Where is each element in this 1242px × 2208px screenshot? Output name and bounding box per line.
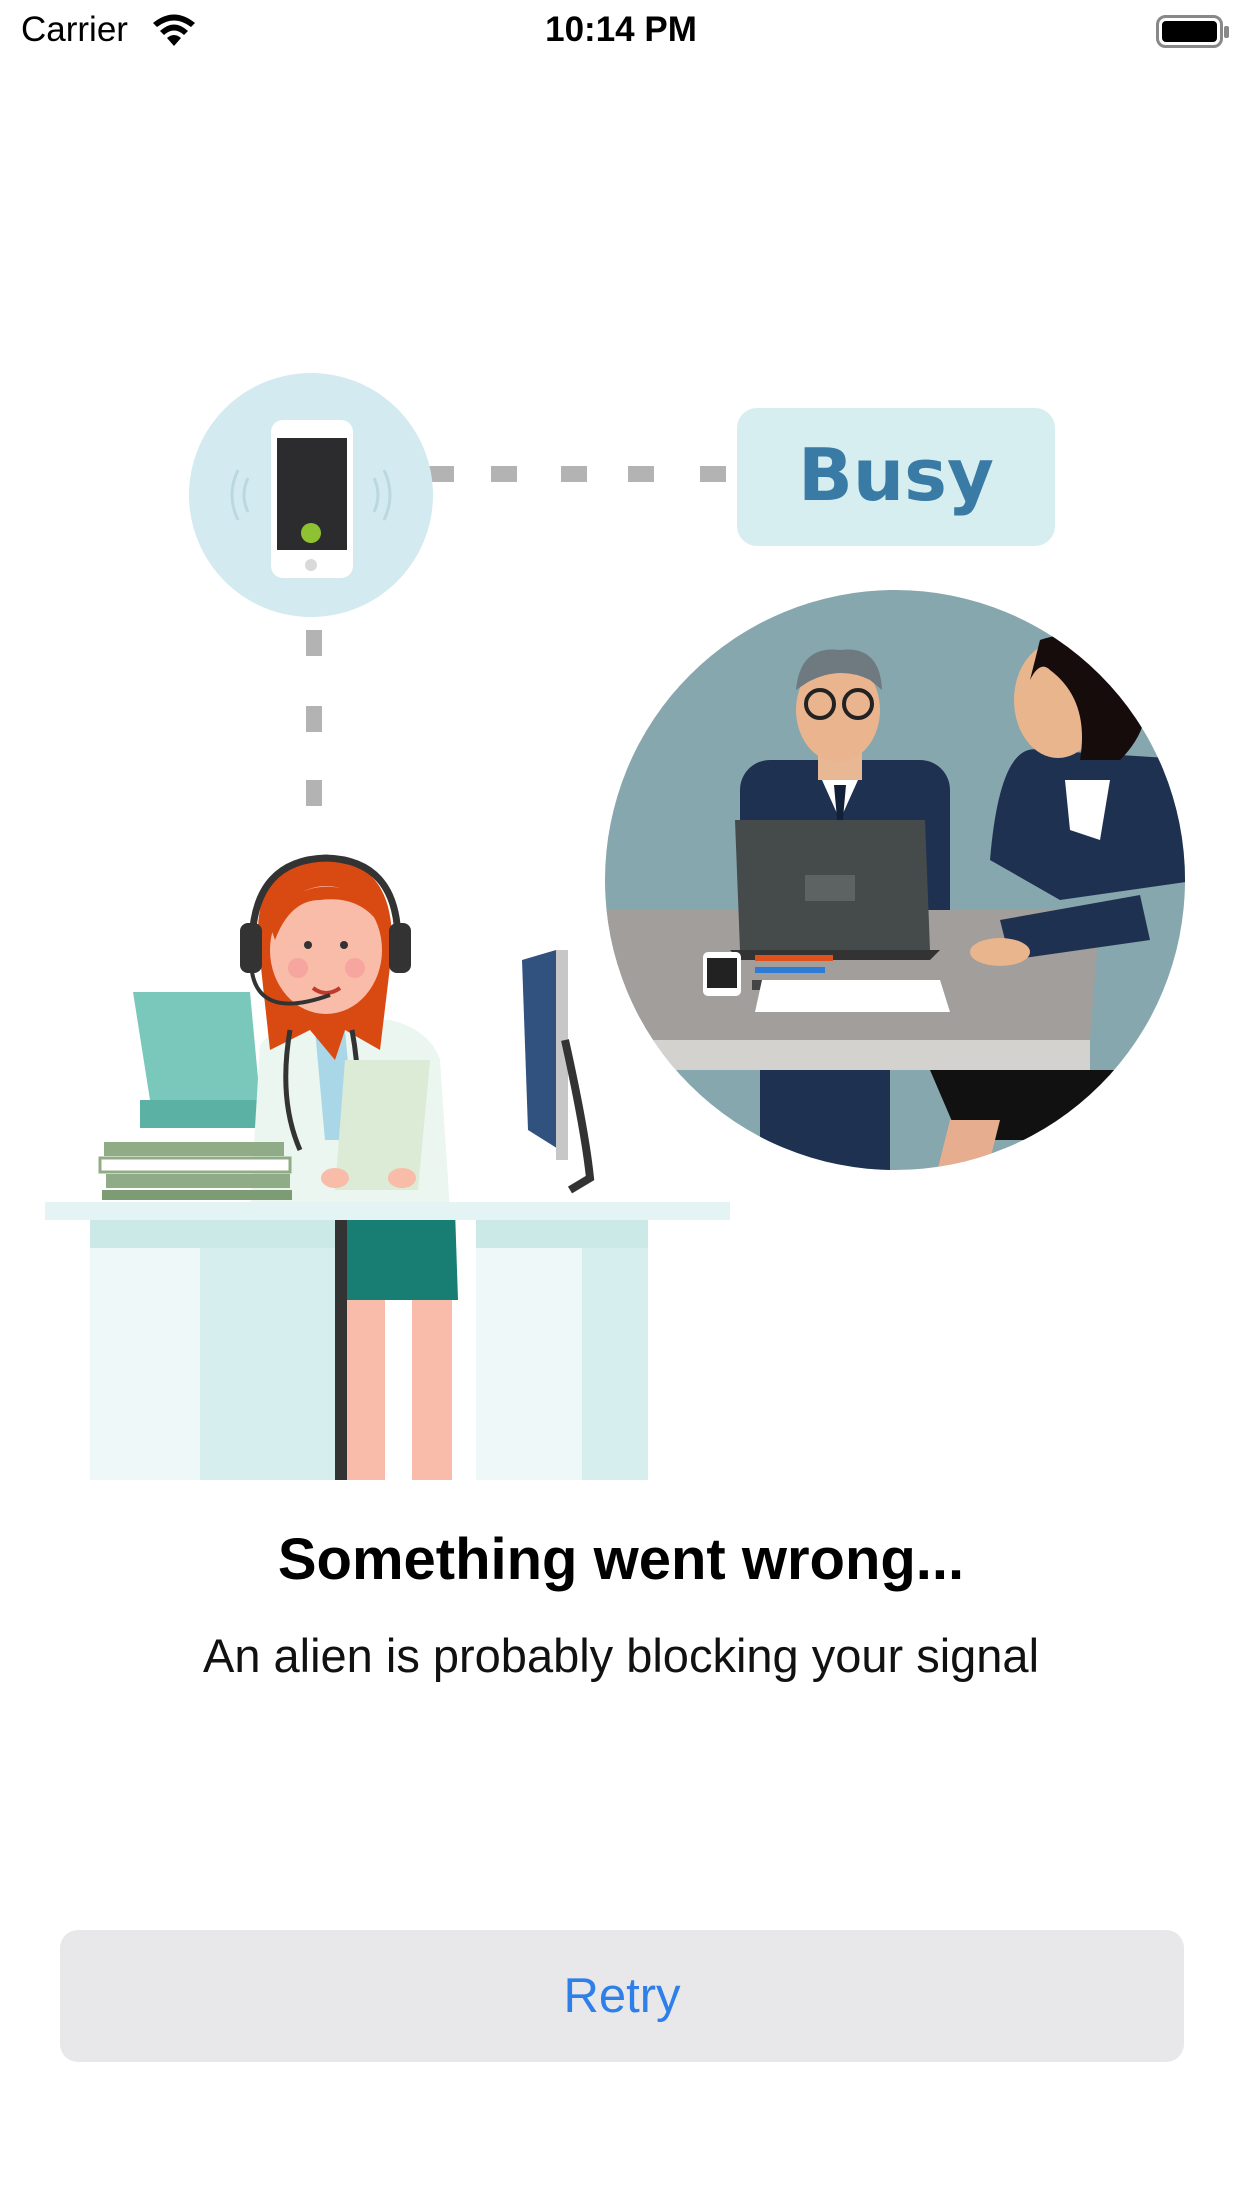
busy-badge: Busy	[737, 408, 1055, 546]
busy-illustration: Busy	[45, 373, 1185, 1480]
error-message: An alien is probably blocking your signa…	[202, 1629, 1040, 1682]
busy-label: Busy	[798, 433, 994, 517]
error-title: Something went wrong...	[277, 1527, 965, 1592]
retry-label: Retry	[563, 1969, 681, 2023]
status-bar: Carrier 10:14 PM	[0, 0, 1242, 62]
phone-bubble	[189, 373, 433, 617]
meeting-scene	[605, 590, 1185, 1170]
battery-icon	[1156, 15, 1229, 48]
retry-button[interactable]: Retry	[60, 1930, 1184, 2062]
status-time: 10:14 PM	[545, 10, 697, 49]
